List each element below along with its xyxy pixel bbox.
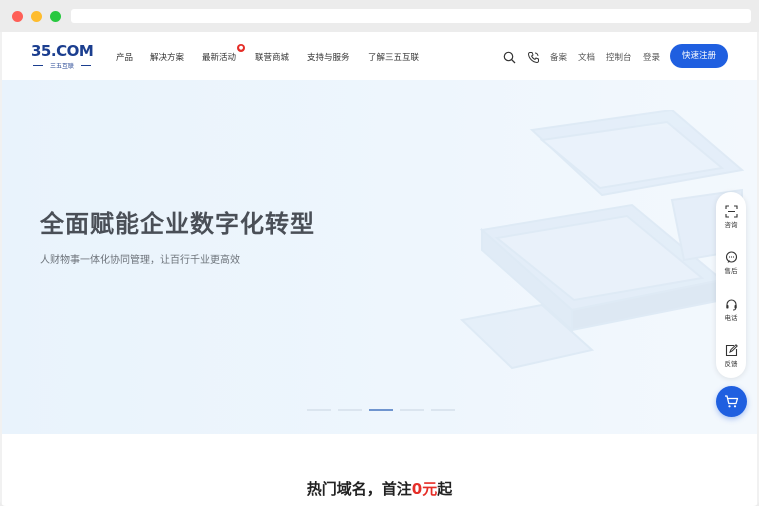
float-label-phone: 电话 [724, 314, 738, 322]
link-login[interactable]: 登录 [643, 51, 660, 63]
float-label-consult: 咨询 [724, 221, 738, 229]
nav-item-solutions[interactable]: 解决方案 [150, 51, 184, 63]
slide-indicator-4[interactable] [400, 409, 424, 411]
section-title-accent: 0元 [411, 480, 438, 498]
headset-icon [725, 299, 737, 311]
browser-window: 35.COM 三五互联 产品 解决方案 最新活动 ● 联营商城 支持与服务 了解… [0, 0, 759, 506]
minimize-window-button[interactable] [31, 11, 42, 22]
link-icp[interactable]: 备案 [550, 51, 567, 63]
float-item-phone[interactable]: 电话 [716, 298, 746, 322]
close-window-button[interactable] [12, 11, 23, 22]
section-title-post: 起 [437, 480, 453, 498]
slide-indicator-1[interactable] [307, 409, 331, 411]
nav-item-support[interactable]: 支持与服务 [307, 51, 350, 63]
chat-icon [725, 251, 737, 263]
scan-icon [724, 205, 738, 218]
slide-indicator-2[interactable] [338, 409, 362, 411]
web-page: 35.COM 三五互联 产品 解决方案 最新活动 ● 联营商城 支持与服务 了解… [2, 32, 757, 506]
logo-subtitle: 三五互联 [33, 61, 91, 70]
phone-icon[interactable] [527, 49, 540, 64]
browser-chrome [0, 0, 759, 32]
hero-subtitle: 人财物事一体化协同管理，让百行千业更高效 [40, 255, 240, 266]
cart-button[interactable] [716, 386, 747, 417]
nav-item-products[interactable]: 产品 [116, 51, 133, 63]
section-title-domains: 热门域名，首注0元起 [2, 478, 757, 499]
hero-banner[interactable]: 全面赋能企业数字化转型 人财物事一体化协同管理，让百行千业更高效 [2, 80, 757, 434]
link-console[interactable]: 控制台 [606, 51, 632, 63]
slide-indicator-5[interactable] [431, 409, 455, 411]
feedback-icon [725, 344, 738, 357]
section-title-pre: 热门域名，首注 [306, 480, 412, 498]
hot-badge-icon: ● [237, 44, 245, 52]
nav-item-mall[interactable]: 联营商城 [255, 51, 289, 63]
float-label-aftersales: 售后 [724, 267, 738, 275]
cart-icon [725, 395, 739, 408]
search-icon[interactable] [503, 49, 516, 64]
floating-service-bar: 咨询 售后 电话 反馈 [716, 192, 746, 378]
maximize-window-button[interactable] [50, 11, 61, 22]
nav-item-about[interactable]: 了解三五互联 [368, 51, 419, 63]
address-bar[interactable] [71, 9, 751, 23]
link-docs[interactable]: 文档 [578, 51, 595, 63]
nav-item-activities[interactable]: 最新活动 [202, 51, 236, 63]
hero-title: 全面赋能企业数字化转型 [40, 210, 315, 238]
float-item-feedback[interactable]: 反馈 [716, 344, 746, 368]
slide-indicator-3[interactable] [369, 409, 393, 411]
float-item-consult[interactable]: 咨询 [716, 205, 746, 229]
hero-illustration [459, 110, 745, 370]
site-logo[interactable]: 35.COM 三五互联 [31, 42, 94, 70]
logo-text: 35.COM [31, 42, 94, 60]
site-header: 35.COM 三五互联 产品 解决方案 最新活动 ● 联营商城 支持与服务 了解… [2, 32, 757, 80]
register-button[interactable]: 快速注册 [670, 44, 728, 68]
float-label-feedback: 反馈 [724, 360, 738, 368]
float-item-aftersales[interactable]: 售后 [716, 251, 746, 275]
